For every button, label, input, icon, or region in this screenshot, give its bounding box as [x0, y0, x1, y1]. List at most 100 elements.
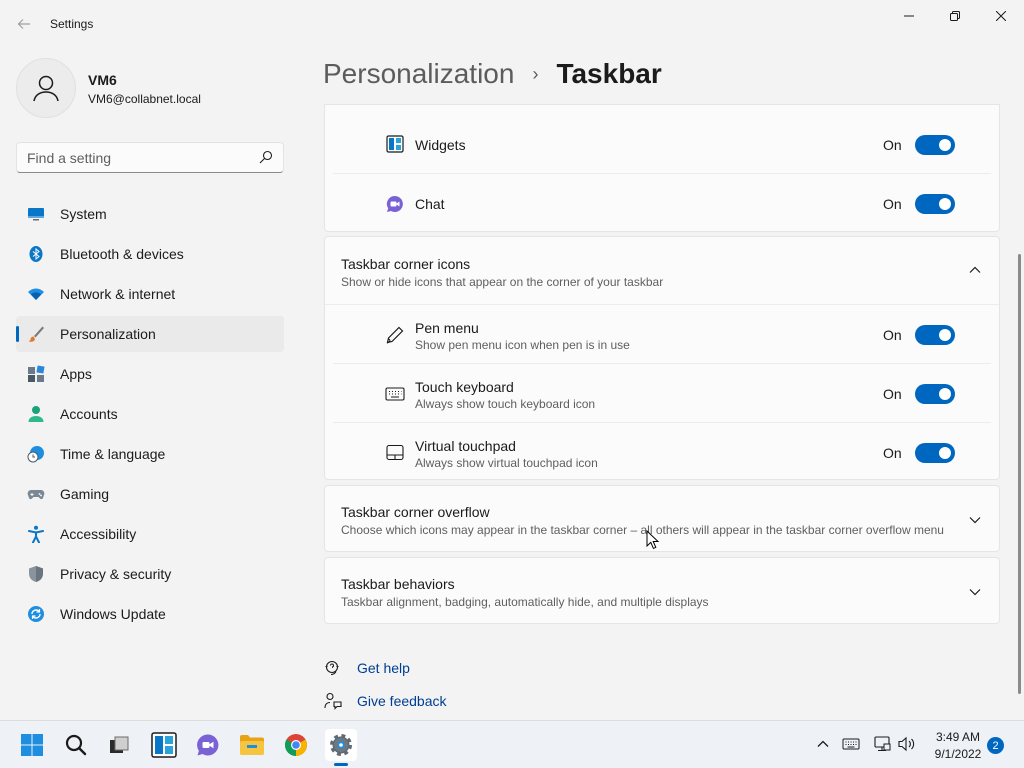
- network-tray-button[interactable]: [871, 733, 893, 755]
- volume-tray-button[interactable]: [896, 733, 918, 755]
- section-description: Choose which icons may appear in the tas…: [341, 523, 944, 537]
- touch-keyboard-toggle[interactable]: [915, 384, 955, 404]
- chat-icon: [386, 195, 403, 212]
- search-box[interactable]: [16, 142, 284, 173]
- setting-title: Widgets: [415, 137, 466, 153]
- sidebar-item-gaming[interactable]: Gaming: [16, 476, 284, 512]
- sidebar-item-bluetooth[interactable]: Bluetooth & devices: [16, 236, 284, 272]
- notification-badge[interactable]: 2: [987, 737, 1004, 754]
- chrome-button[interactable]: [280, 729, 312, 761]
- update-icon: [28, 606, 44, 622]
- search-input[interactable]: [27, 149, 247, 167]
- widgets-toggle[interactable]: [915, 135, 955, 155]
- sidebar-item-personalization[interactable]: Personalization: [16, 316, 284, 352]
- minimize-icon: [904, 15, 914, 17]
- close-button[interactable]: [978, 0, 1024, 32]
- accessibility-icon: [28, 525, 44, 543]
- breadcrumb: Personalization › Taskbar: [323, 58, 662, 90]
- app-title: Settings: [50, 17, 94, 31]
- gamepad-icon: [27, 490, 45, 500]
- breadcrumb-parent[interactable]: Personalization: [323, 58, 514, 90]
- setting-row-virtual-touchpad: Virtual touchpad Always show virtual tou…: [325, 423, 999, 481]
- section-title: Taskbar behaviors: [341, 576, 455, 592]
- sidebar-item-network[interactable]: Network & internet: [16, 276, 284, 312]
- sidebar-item-label: Windows Update: [60, 606, 166, 622]
- touch-keyboard-tray-button[interactable]: [840, 733, 862, 755]
- sidebar-item-privacy-security[interactable]: Privacy & security: [16, 556, 284, 592]
- setting-description: Always show touch keyboard icon: [415, 397, 596, 411]
- ethernet-icon: [874, 736, 891, 752]
- close-icon: [996, 11, 1006, 21]
- bluetooth-icon: [29, 246, 43, 262]
- chevron-down-icon[interactable]: [967, 512, 983, 528]
- widgets-button[interactable]: [148, 729, 180, 761]
- setting-description: Always show virtual touchpad icon: [415, 456, 598, 470]
- back-arrow-icon: [17, 19, 30, 29]
- mouse-cursor-icon: [646, 530, 660, 550]
- minimize-button[interactable]: [886, 0, 932, 32]
- chat-button[interactable]: [192, 729, 224, 761]
- sidebar-item-system[interactable]: System: [16, 196, 284, 232]
- section-description: Taskbar alignment, badging, automaticall…: [341, 595, 709, 609]
- corner-icons-header[interactable]: Taskbar corner icons Show or hide icons …: [325, 237, 999, 303]
- start-button[interactable]: [16, 729, 48, 761]
- clock-time: 3:49 AM: [935, 730, 981, 744]
- setting-title: Virtual touchpad: [415, 438, 516, 454]
- setting-title: Touch keyboard: [415, 379, 514, 395]
- apps-icon: [28, 365, 45, 382]
- give-feedback-label[interactable]: Give feedback: [357, 693, 447, 709]
- sidebar-item-windows-update[interactable]: Windows Update: [16, 596, 284, 632]
- scrollbar-thumb[interactable]: [1018, 254, 1021, 694]
- task-view-button[interactable]: [103, 729, 135, 761]
- setting-title: Pen menu: [415, 320, 479, 336]
- user-name: VM6: [88, 72, 117, 88]
- help-icon: [325, 660, 339, 676]
- windows-logo-icon: [21, 734, 43, 756]
- chevron-up-icon: [817, 740, 829, 747]
- sidebar-item-time-language[interactable]: Time & language: [16, 436, 284, 472]
- avatar[interactable]: [16, 58, 76, 118]
- behaviors-card[interactable]: Taskbar behaviors Taskbar alignment, bad…: [324, 557, 1000, 624]
- chevron-up-icon[interactable]: [967, 262, 983, 278]
- section-title: Taskbar corner overflow: [341, 504, 490, 520]
- setting-row-touch-keyboard: Touch keyboard Always show touch keyboar…: [325, 364, 999, 422]
- pen-icon: [386, 326, 404, 344]
- sidebar-item-accounts[interactable]: Accounts: [16, 396, 284, 432]
- toggle-state-label: On: [883, 196, 902, 212]
- section-description: Show or hide icons that appear on the co…: [341, 275, 664, 289]
- sidebar-item-label: Accounts: [60, 406, 118, 422]
- taskbar-items-card: Widgets On Chat On: [324, 104, 1000, 232]
- setting-row-chat: Chat On: [325, 174, 999, 232]
- sidebar-item-label: Accessibility: [60, 526, 137, 542]
- sidebar-item-label: Bluetooth & devices: [60, 246, 184, 262]
- settings-app-button[interactable]: [325, 729, 357, 761]
- taskbar-search-button[interactable]: [60, 729, 92, 761]
- chat-icon: [197, 734, 219, 756]
- virtual-touchpad-toggle[interactable]: [915, 443, 955, 463]
- setting-description: Show pen menu icon when pen is in use: [415, 338, 630, 352]
- sidebar-item-label: Privacy & security: [60, 566, 172, 582]
- sidebar-item-apps[interactable]: Apps: [16, 356, 284, 392]
- gear-icon: [330, 734, 352, 756]
- show-hidden-icons-button[interactable]: [812, 733, 834, 755]
- title-bar: Settings: [0, 0, 1024, 48]
- chat-toggle[interactable]: [915, 194, 955, 214]
- toggle-state-label: On: [883, 327, 902, 343]
- sidebar-item-label: Gaming: [60, 486, 110, 502]
- restore-icon: [950, 11, 960, 21]
- setting-title: Chat: [415, 196, 445, 212]
- restore-button[interactable]: [932, 0, 978, 32]
- toggle-state-label: On: [883, 137, 902, 153]
- toggle-knob: [939, 447, 951, 459]
- pen-menu-toggle[interactable]: [915, 325, 955, 345]
- touchpad-icon: [386, 444, 404, 461]
- sidebar-item-label: Network & internet: [60, 286, 176, 302]
- get-help-label[interactable]: Get help: [357, 660, 410, 676]
- sidebar-item-accessibility[interactable]: Accessibility: [16, 516, 284, 552]
- chevron-down-icon[interactable]: [967, 584, 983, 600]
- chrome-icon: [285, 734, 307, 756]
- file-explorer-button[interactable]: [236, 729, 268, 761]
- back-button[interactable]: [10, 10, 38, 38]
- corner-overflow-card[interactable]: Taskbar corner overflow Choose which ico…: [324, 485, 1000, 552]
- search-icon[interactable]: [259, 150, 273, 164]
